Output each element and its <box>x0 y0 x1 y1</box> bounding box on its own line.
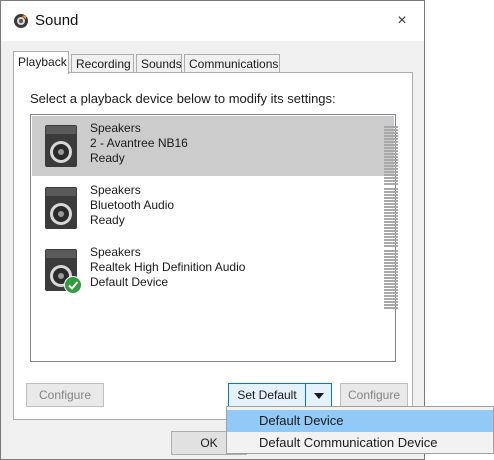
sound-dialog: Sound × Playback Recording Sounds Commun… <box>0 0 425 460</box>
device-name: Speakers <box>90 245 141 259</box>
set-default-button[interactable]: Set Default <box>228 383 306 407</box>
device-item[interactable]: Speakers Realtek High Definition Audio D… <box>32 240 398 309</box>
tab-recording[interactable]: Recording <box>71 54 134 72</box>
instruction-text: Select a playback device below to modify… <box>30 91 336 106</box>
default-device-check-icon <box>64 276 82 294</box>
volume-level-meter <box>384 188 398 248</box>
chevron-down-icon <box>314 393 324 399</box>
menu-item-default-communication-device[interactable]: Default Communication Device <box>227 432 493 454</box>
volume-level-meter <box>384 126 398 186</box>
set-default-split-button[interactable]: Set Default <box>228 383 332 407</box>
configure-button[interactable]: Configure <box>26 383 104 407</box>
device-item[interactable]: Speakers 2 - Avantree NB16 Ready <box>32 116 398 185</box>
device-status: Ready <box>90 151 125 165</box>
properties-configure-button[interactable]: Configure <box>340 383 408 407</box>
speaker-icon <box>45 187 77 229</box>
device-name: Speakers <box>90 121 141 135</box>
tab-communications[interactable]: Communications <box>184 54 280 72</box>
window-title: Sound <box>35 12 79 29</box>
set-default-menu: Default Device Default Communication Dev… <box>226 406 494 454</box>
device-item[interactable]: Speakers Bluetooth Audio Ready <box>32 178 398 247</box>
tab-playback[interactable]: Playback <box>13 51 69 74</box>
title-bar: Sound × <box>1 1 424 41</box>
device-description: Realtek High Definition Audio <box>90 260 246 274</box>
device-description: Bluetooth Audio <box>90 198 175 212</box>
speaker-icon <box>45 125 77 167</box>
playback-panel: Select a playback device below to modify… <box>13 72 413 420</box>
device-name: Speakers <box>90 183 141 197</box>
device-status: Ready <box>90 213 125 227</box>
close-icon: × <box>397 12 407 29</box>
close-button[interactable]: × <box>380 1 424 41</box>
set-default-dropdown-button[interactable] <box>305 383 332 407</box>
sound-app-icon <box>14 14 28 28</box>
menu-item-default-device[interactable]: Default Device <box>227 410 493 432</box>
tab-sounds[interactable]: Sounds <box>136 54 182 72</box>
device-status: Default Device <box>90 275 169 289</box>
volume-level-meter <box>384 250 398 310</box>
device-list[interactable]: Speakers 2 - Avantree NB16 Ready Speaker… <box>30 114 398 362</box>
device-description: 2 - Avantree NB16 <box>90 136 188 150</box>
